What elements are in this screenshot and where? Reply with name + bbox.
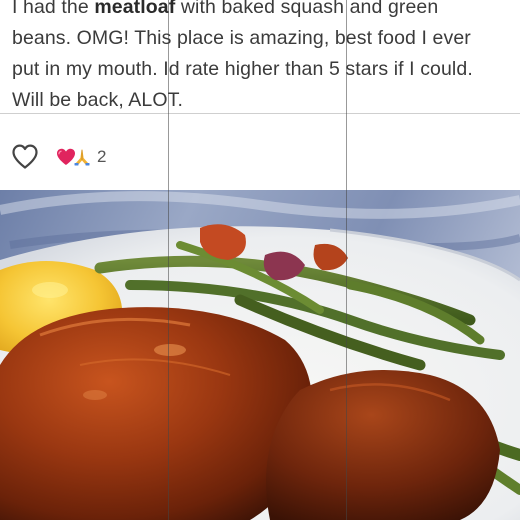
review-line-3: put in my mouth. Id rate higher than 5 s… [12, 58, 473, 80]
review-line-1-end: with baked squash and green [175, 0, 439, 18]
review-line-4: Will be back, ALOT. [12, 89, 183, 111]
highlighted-keyword: meatloaf [94, 0, 176, 18]
reaction-count: 2 [97, 147, 107, 166]
review-line-2: beans. OMG! This place is amazing, best … [12, 27, 471, 49]
review-line-1: I had the meatloaf with baked squash and… [12, 0, 512, 23]
review-line-1-start: I had the [12, 0, 95, 18]
reaction-summary[interactable]: 2 [56, 146, 106, 168]
review-text: I had the meatloaf with baked squash and… [12, 0, 512, 116]
reaction-bar: 2 [0, 114, 520, 190]
heart-outline-icon[interactable] [10, 142, 40, 170]
folded-hands-emoji-icon [74, 149, 90, 166]
food-photo[interactable] [0, 190, 520, 520]
review-post: I had the meatloaf with baked squash and… [0, 0, 520, 520]
